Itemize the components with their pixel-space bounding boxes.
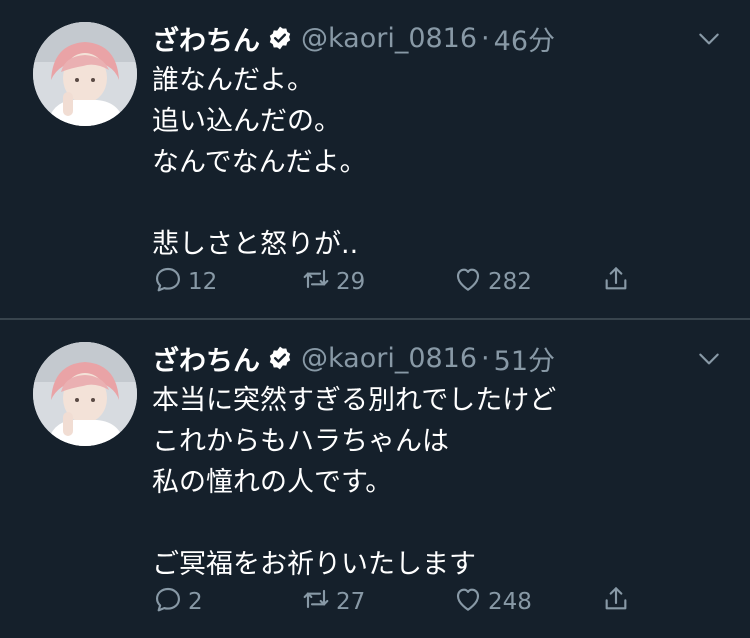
- tweet-line: ご冥福をお祈りいたします: [152, 549, 476, 580]
- avatar[interactable]: [33, 342, 137, 446]
- chevron-down-icon[interactable]: [696, 26, 722, 52]
- reply-button[interactable]: 2: [152, 582, 203, 622]
- tweet-line: 誰なんだよ。: [152, 65, 314, 96]
- timeline: ざわちん @kaori_0816 · 46分 誰なんだよ。 追い込んだの。 なん…: [0, 0, 750, 638]
- tweet-actions: 12 29 282: [152, 262, 672, 302]
- tweet-header: ざわちん @kaori_0816 · 46分: [152, 18, 555, 58]
- retweet-button[interactable]: 27: [300, 582, 365, 622]
- retweet-button[interactable]: 29: [300, 262, 365, 302]
- separator: ·: [481, 22, 490, 54]
- tweet-line: 本当に突然すぎる別れでしたけど: [152, 385, 557, 416]
- retweet-icon: [300, 263, 332, 301]
- like-count: 248: [488, 589, 532, 615]
- tweet-line: 私の憧れの人です。: [152, 467, 393, 498]
- verified-badge-icon: [267, 25, 293, 51]
- retweet-count: 27: [336, 589, 366, 615]
- reply-icon: [152, 263, 184, 301]
- timestamp[interactable]: 46分: [494, 19, 555, 58]
- tweet-text: 誰なんだよ。 追い込んだの。 なんでなんだよ。 悲しさと怒りが..: [152, 60, 722, 265]
- tweet-text: 本当に突然すぎる別れでしたけど これからもハラちゃんは 私の憧れの人です。 ご冥…: [152, 380, 722, 585]
- heart-icon: [452, 583, 484, 621]
- tweet-line: 追い込んだの。: [152, 106, 341, 137]
- handle[interactable]: @kaori_0816: [301, 23, 477, 54]
- tweet[interactable]: ざわちん @kaori_0816 · 51分 本当に突然すぎる別れでしたけど こ…: [0, 320, 750, 638]
- separator: ·: [481, 342, 490, 374]
- display-name[interactable]: ざわちん: [152, 19, 260, 58]
- tweet-line: なんでなんだよ。: [152, 147, 367, 178]
- display-name[interactable]: ざわちん: [152, 339, 260, 378]
- reply-icon: [152, 583, 184, 621]
- retweet-count: 29: [336, 269, 366, 295]
- share-button[interactable]: [600, 582, 632, 622]
- tweet[interactable]: ざわちん @kaori_0816 · 46分 誰なんだよ。 追い込んだの。 なん…: [0, 0, 750, 318]
- reply-button[interactable]: 12: [152, 262, 217, 302]
- like-button[interactable]: 248: [452, 582, 532, 622]
- reply-count: 2: [188, 589, 203, 615]
- verified-badge-icon: [267, 345, 293, 371]
- tweet-actions: 2 27 248: [152, 582, 672, 622]
- heart-icon: [452, 263, 484, 301]
- share-icon: [600, 583, 632, 621]
- timestamp[interactable]: 51分: [494, 339, 555, 378]
- tweet-line: [152, 503, 722, 544]
- share-button[interactable]: [600, 262, 632, 302]
- retweet-icon: [300, 583, 332, 621]
- tweet-line: [152, 183, 722, 224]
- like-button[interactable]: 282: [452, 262, 532, 302]
- handle[interactable]: @kaori_0816: [301, 343, 477, 374]
- avatar[interactable]: [33, 22, 137, 126]
- share-icon: [600, 263, 632, 301]
- chevron-down-icon[interactable]: [696, 346, 722, 372]
- like-count: 282: [488, 269, 532, 295]
- tweet-header: ざわちん @kaori_0816 · 51分: [152, 338, 555, 378]
- reply-count: 12: [188, 269, 218, 295]
- tweet-line: これからもハラちゃんは: [152, 426, 449, 457]
- tweet-line: 悲しさと怒りが..: [152, 229, 359, 260]
